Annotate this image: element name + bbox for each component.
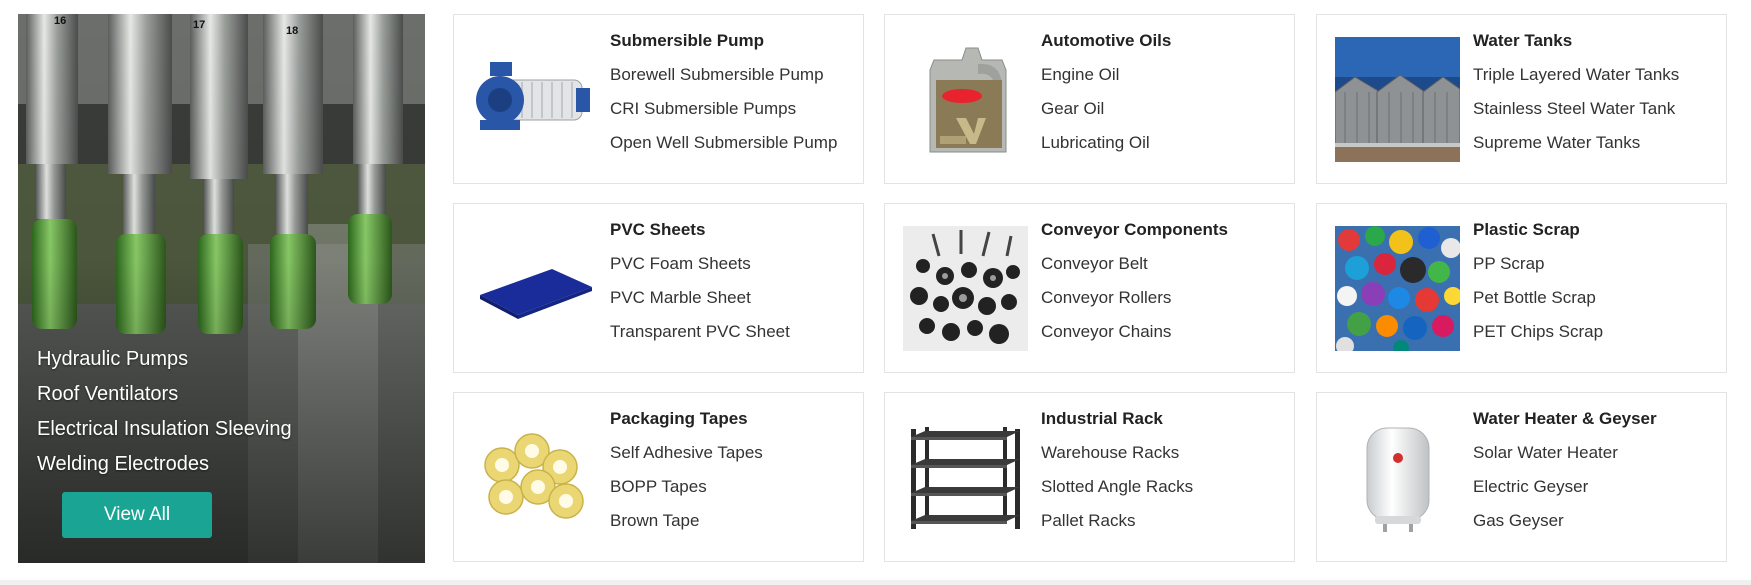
category-link-list: Borewell Submersible Pump CRI Submersibl… (610, 65, 837, 167)
category-link[interactable]: PP Scrap (1473, 254, 1603, 288)
category-card-pvc-sheets: PVC Sheets PVC Foam Sheets PVC Marble Sh… (453, 203, 864, 373)
category-link-list: Solar Water Heater Electric Geyser Gas G… (1473, 443, 1618, 545)
category-link[interactable]: Pet Bottle Scrap (1473, 288, 1603, 322)
category-link[interactable]: Brown Tape (610, 511, 763, 545)
category-link[interactable]: PVC Foam Sheets (610, 254, 790, 288)
blue-pump-icon[interactable] (472, 37, 597, 162)
category-link[interactable]: CRI Submersible Pumps (610, 99, 837, 133)
category-card-industrial-rack: Industrial Rack Warehouse Racks Slotted … (884, 392, 1295, 562)
category-card-plastic-scrap: Plastic Scrap PP Scrap Pet Bottle Scrap … (1316, 203, 1727, 373)
category-title[interactable]: Submersible Pump (610, 31, 764, 51)
steel-tanks-icon[interactable] (1335, 37, 1460, 162)
category-link[interactable]: Open Well Submersible Pump (610, 133, 837, 167)
category-title[interactable]: Plastic Scrap (1473, 220, 1580, 240)
oil-can-icon[interactable] (903, 37, 1028, 162)
category-link[interactable]: Gear Oil (1041, 99, 1150, 133)
category-link[interactable]: PET Chips Scrap (1473, 322, 1603, 356)
category-link[interactable]: Lubricating Oil (1041, 133, 1150, 167)
category-link[interactable]: Borewell Submersible Pump (610, 65, 837, 99)
category-card-packaging-tapes: Packaging Tapes Self Adhesive Tapes BOPP… (453, 392, 864, 562)
category-link[interactable]: Electric Geyser (1473, 477, 1618, 511)
category-link-list: PP Scrap Pet Bottle Scrap PET Chips Scra… (1473, 254, 1603, 356)
category-link[interactable]: Conveyor Chains (1041, 322, 1171, 356)
category-link[interactable]: Pallet Racks (1041, 511, 1193, 545)
plastic-caps-icon[interactable] (1335, 226, 1460, 351)
category-link[interactable]: Warehouse Racks (1041, 443, 1193, 477)
category-card-submersible-pump: Submersible Pump Borewell Submersible Pu… (453, 14, 864, 184)
category-link-list: Conveyor Belt Conveyor Rollers Conveyor … (1041, 254, 1171, 356)
category-link[interactable]: BOPP Tapes (610, 477, 763, 511)
hero-banner: 16 17 18 Hydraulic Pumps Roof Ventilator… (18, 14, 425, 563)
category-card-automotive-oils: Automotive Oils Engine Oil Gear Oil Lubr… (884, 14, 1295, 184)
category-link[interactable]: Solar Water Heater (1473, 443, 1618, 477)
view-all-button[interactable]: View All (62, 492, 212, 538)
water-heater-icon[interactable] (1335, 415, 1460, 540)
metal-rack-icon[interactable] (903, 415, 1028, 540)
category-link-list: Warehouse Racks Slotted Angle Racks Pall… (1041, 443, 1193, 545)
category-link[interactable]: Stainless Steel Water Tank (1473, 99, 1679, 133)
category-card-water-tanks: Water Tanks Triple Layered Water Tanks S… (1316, 14, 1727, 184)
category-title[interactable]: Packaging Tapes (610, 409, 748, 429)
hero-link[interactable]: Welding Electrodes (37, 447, 292, 482)
hero-link[interactable]: Hydraulic Pumps (37, 342, 292, 377)
category-title[interactable]: Automotive Oils (1041, 31, 1171, 51)
category-link[interactable]: Self Adhesive Tapes (610, 443, 763, 477)
category-link[interactable]: Supreme Water Tanks (1473, 133, 1679, 167)
category-link[interactable]: Gas Geyser (1473, 511, 1618, 545)
hero-link-list: Hydraulic Pumps Roof Ventilators Electri… (37, 342, 292, 482)
category-title[interactable]: Water Tanks (1473, 31, 1572, 51)
category-link[interactable]: Slotted Angle Racks (1041, 477, 1193, 511)
category-title[interactable]: PVC Sheets (610, 220, 705, 240)
category-link[interactable]: PVC Marble Sheet (610, 288, 790, 322)
category-title[interactable]: Water Heater & Geyser (1473, 409, 1657, 429)
page-bottom-strip (0, 580, 1751, 585)
category-link[interactable]: Triple Layered Water Tanks (1473, 65, 1679, 99)
hero-link[interactable]: Roof Ventilators (37, 377, 292, 412)
category-link[interactable]: Transparent PVC Sheet (610, 322, 790, 356)
category-title[interactable]: Industrial Rack (1041, 409, 1163, 429)
category-card-conveyor-components: Conveyor Components Conveyor Belt Convey… (884, 203, 1295, 373)
category-link[interactable]: Conveyor Belt (1041, 254, 1171, 288)
tape-rolls-icon[interactable] (472, 415, 597, 540)
category-link-list: Engine Oil Gear Oil Lubricating Oil (1041, 65, 1150, 167)
category-link-list: PVC Foam Sheets PVC Marble Sheet Transpa… (610, 254, 790, 356)
category-link[interactable]: Conveyor Rollers (1041, 288, 1171, 322)
hero-link[interactable]: Electrical Insulation Sleeving (37, 412, 292, 447)
category-title[interactable]: Conveyor Components (1041, 220, 1228, 240)
category-link-list: Triple Layered Water Tanks Stainless Ste… (1473, 65, 1679, 167)
category-link-list: Self Adhesive Tapes BOPP Tapes Brown Tap… (610, 443, 763, 545)
blue-sheet-icon[interactable] (472, 226, 597, 351)
category-card-water-heater: Water Heater & Geyser Solar Water Heater… (1316, 392, 1727, 562)
conveyor-parts-icon[interactable] (903, 226, 1028, 351)
category-link[interactable]: Engine Oil (1041, 65, 1150, 99)
